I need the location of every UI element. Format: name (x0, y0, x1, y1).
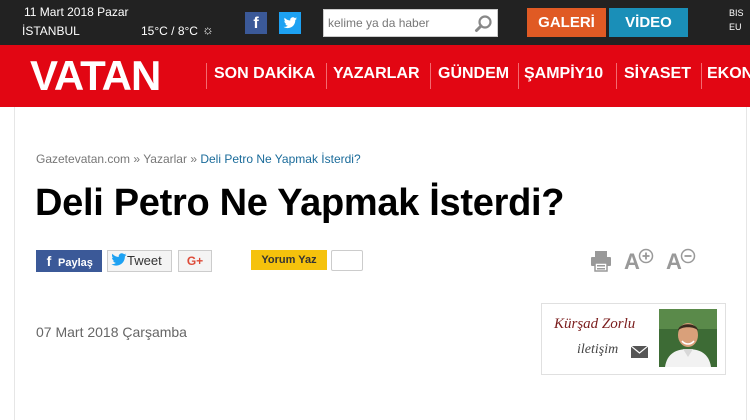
search-input[interactable] (328, 14, 468, 32)
search-box (323, 9, 498, 37)
current-date: 11 Mart 2018 Pazar (24, 5, 129, 19)
ticker-line-2: EU (729, 22, 742, 32)
nav-separator (430, 63, 431, 89)
author-contact-link[interactable]: iletişim (577, 342, 618, 358)
main-navigation: VATAN SON DAKİKA YAZARLAR GÜNDEM ŞAMPİY1… (0, 45, 750, 107)
nav-item-sampiy10[interactable]: ŞAMPİY10 (524, 65, 603, 83)
facebook-icon[interactable]: f (245, 12, 267, 34)
print-icon[interactable] (589, 250, 613, 272)
comment-count-bubble[interactable] (331, 250, 363, 271)
mail-icon[interactable] (630, 345, 649, 358)
facebook-share-button[interactable]: f Paylaş (36, 250, 102, 272)
breadcrumb-separator: » (130, 152, 144, 166)
nav-item-son-dakika[interactable]: SON DAKİKA (214, 65, 315, 83)
site-logo[interactable]: VATAN (30, 55, 161, 97)
ticker-line-1: BIS (729, 8, 744, 18)
article-date: 07 Mart 2018 Çarşamba (36, 324, 187, 340)
breadcrumb-home[interactable]: Gazetevatan.com (36, 152, 130, 166)
plus-icon (638, 248, 654, 264)
nav-separator (701, 63, 702, 89)
weather-city: İSTANBUL (22, 24, 80, 38)
facebook-icon: f (46, 253, 52, 269)
content-left-border (14, 107, 15, 420)
facebook-share-label: Paylaş (58, 257, 93, 269)
tweet-label: Tweet (127, 253, 162, 268)
article-title: Deli Petro Ne Yapmak İsterdi? (35, 182, 565, 224)
search-icon[interactable] (474, 14, 494, 34)
author-name[interactable]: Kürşad Zorlu (554, 316, 635, 333)
nav-item-gundem[interactable]: GÜNDEM (438, 65, 509, 83)
breadcrumb-separator: » (186, 152, 201, 166)
top-bar: 11 Mart 2018 Pazar İSTANBUL 15°C / 8°C ☼… (0, 0, 750, 45)
sun-icon: ☼ (202, 22, 214, 37)
nav-item-ekonomi[interactable]: EKON (707, 65, 750, 83)
galeri-button[interactable]: GALERİ (527, 8, 606, 37)
nav-separator (206, 63, 207, 89)
currency-ticker: BIS EU (729, 6, 744, 34)
nav-item-siyaset[interactable]: SİYASET (624, 65, 691, 83)
minus-icon (680, 248, 696, 264)
nav-item-yazarlar[interactable]: YAZARLAR (333, 65, 420, 83)
breadcrumb-current[interactable]: Deli Petro Ne Yapmak İsterdi? (200, 152, 360, 166)
nav-separator (616, 63, 617, 89)
breadcrumb: Gazetevatan.com » Yazarlar » Deli Petro … (36, 152, 361, 166)
twitter-icon[interactable] (279, 12, 301, 34)
video-button[interactable]: VİDEO (609, 8, 688, 37)
write-comment-button[interactable]: Yorum Yaz (251, 250, 327, 270)
nav-separator (518, 63, 519, 89)
content-right-border (746, 107, 747, 420)
google-plus-button[interactable]: G+ (178, 250, 212, 272)
tweet-button[interactable]: Tweet (107, 250, 172, 272)
author-avatar[interactable] (659, 309, 717, 367)
weather-temperature: 15°C / 8°C (141, 24, 198, 38)
nav-separator (326, 63, 327, 89)
twitter-icon (111, 253, 127, 266)
breadcrumb-section[interactable]: Yazarlar (143, 152, 187, 166)
